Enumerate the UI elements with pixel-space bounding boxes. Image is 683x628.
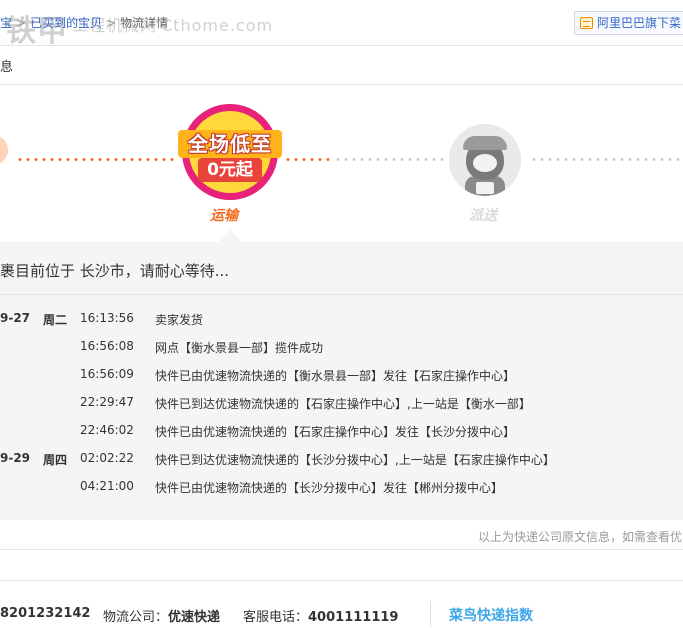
- phone-info: 客服电话：4001111119: [243, 606, 398, 625]
- log-description: 快件已由优速物流快递的【长沙分拨中心】发往【郴州分拨中心】: [155, 481, 504, 495]
- log-date: 9-29: [0, 451, 31, 465]
- alibaba-group-button[interactable]: 阿里巴巴旗下菜: [574, 11, 683, 35]
- carrier-value: 优速快递: [168, 610, 221, 625]
- breadcrumb-current: 物流详情: [120, 16, 169, 30]
- log-row: 9-27 周二 16:13:56 卖家发货: [0, 311, 683, 339]
- promo-badge[interactable]: 全场低至 0元起: [178, 102, 282, 202]
- divider: [0, 294, 683, 295]
- log-description: 快件已到达优速物流快递的【长沙分拨中心】,上一站是【石家庄操作中心】: [155, 453, 555, 467]
- status-panel: 裹目前位于 长沙市，请耐心等待... 9-27 周二 16:13:56 卖家发货…: [0, 242, 683, 520]
- log-description: 快件已由优速物流快递的【衡水景县一部】发往【石家庄操作中心】: [155, 369, 516, 383]
- alibaba-icon: [580, 17, 593, 29]
- log-time: 16:56:08: [80, 339, 134, 353]
- log-time: 22:46:02: [80, 423, 134, 437]
- section-title: 息: [0, 60, 14, 75]
- log-date: 9-27: [0, 311, 31, 325]
- breadcrumb-link-home[interactable]: 宝: [0, 16, 12, 30]
- log-time: 16:56:09: [80, 367, 134, 381]
- log-description: 快件已由优速物流快递的【石家庄操作中心】发往【长沙分拨中心】: [155, 425, 516, 439]
- top-bar: 铁甲 工程机械网 Cthome.com 宝 > 已买到的宝贝 > 物流详情 阿里巴巴旗下菜: [0, 0, 683, 49]
- phone-value: 4001111119: [308, 610, 399, 625]
- carrier-info: 物流公司：优速快递: [103, 606, 220, 625]
- progress-line-pending: [334, 158, 444, 161]
- log-row: 16:56:09 快件已由优速物流快递的【衡水景县一部】发往【石家庄操作中心】: [0, 367, 683, 395]
- progress-line-current: [284, 158, 332, 161]
- log-time: 22:29:47: [80, 395, 134, 409]
- log-row: 22:46:02 快件已由优速物流快递的【石家庄操作中心】发往【长沙分拨中心】: [0, 423, 683, 451]
- shipment-info: 8201232142 物流公司：优速快递 客服电话：4001111119 菜鸟快…: [0, 580, 683, 628]
- log-time: 02:02:22: [80, 451, 134, 465]
- step-shipped-node: [0, 135, 8, 165]
- log-description: 网点【衡水景县一部】揽件成功: [155, 341, 324, 355]
- log-row: 22:29:47 快件已到达优速物流快递的【石家庄操作中心】,上一站是【衡水一部…: [0, 395, 683, 423]
- source-note-bar: 以上为快递公司原文信息，如需查看优: [0, 520, 683, 550]
- source-note: 以上为快递公司原文信息，如需查看优: [478, 530, 683, 544]
- status-message: 裹目前位于 长沙市，请耐心等待...: [0, 262, 230, 280]
- breadcrumb-separator: >: [106, 16, 117, 30]
- breadcrumb-separator: >: [16, 16, 27, 30]
- divider: [430, 601, 431, 627]
- log-description: 卖家发货: [155, 313, 204, 327]
- breadcrumb: 宝 > 已买到的宝贝 > 物流详情: [0, 14, 168, 31]
- log-weekday: 周四: [43, 453, 68, 467]
- tracking-log: 9-27 周二 16:13:56 卖家发货 16:56:08 网点【衡水景县一部…: [0, 311, 683, 507]
- log-weekday: 周二: [43, 313, 68, 327]
- courier-icon: [449, 124, 521, 196]
- log-description: 快件已到达优速物流快递的【石家庄操作中心】,上一站是【衡水一部】: [155, 397, 531, 411]
- breadcrumb-link-bought[interactable]: 已买到的宝贝: [30, 16, 102, 30]
- progress-line-pending-2: [530, 158, 683, 161]
- alibaba-group-label: 阿里巴巴旗下菜: [597, 16, 682, 30]
- log-time: 04:21:00: [80, 479, 134, 493]
- promo-badge-subtitle: 0元起: [198, 158, 262, 182]
- tracking-number: 8201232142: [0, 606, 91, 621]
- log-row: 9-29 周四 02:02:22 快件已到达优速物流快递的【长沙分拨中心】,上一…: [0, 451, 683, 479]
- carrier-label: 物流公司：: [103, 610, 169, 625]
- step-label-delivery: 派送: [469, 208, 497, 224]
- log-row: 16:56:08 网点【衡水景县一部】揽件成功: [0, 339, 683, 367]
- log-time: 16:13:56: [80, 311, 134, 325]
- cainiao-index-link[interactable]: 菜鸟快递指数: [449, 605, 533, 625]
- phone-label: 客服电话：: [243, 610, 309, 625]
- progress-tracker: 全场低至 0元起 运输 派送: [0, 85, 683, 242]
- progress-line-complete: [16, 158, 176, 161]
- current-step-pointer: [218, 229, 242, 242]
- step-label-transport: 运输: [210, 208, 238, 224]
- promo-badge-title: 全场低至: [178, 130, 282, 158]
- log-row: 04:21:00 快件已由优速物流快递的【长沙分拨中心】发往【郴州分拨中心】: [0, 479, 683, 507]
